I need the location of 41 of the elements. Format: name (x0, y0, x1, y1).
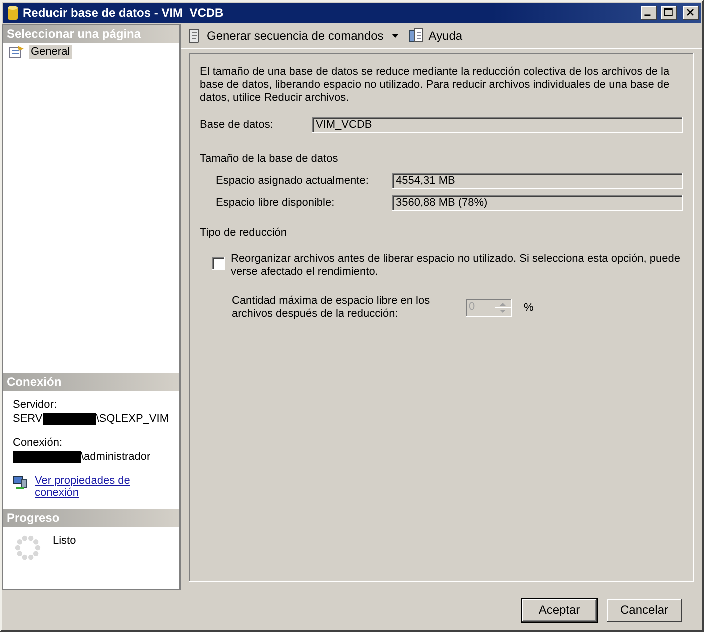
close-button[interactable] (683, 6, 699, 20)
server-label: Servidor: (13, 399, 58, 411)
cancel-button[interactable]: Cancelar (607, 598, 682, 622)
page-item[interactable]: General (29, 45, 72, 59)
window-title: Reducir base de datos - VIM_VCDB (23, 6, 225, 20)
size-field[interactable]: 3560,88 MB (78%) (392, 195, 683, 211)
field-label: Cantidad máxima de espacio libre en los archivos después de la reducción: (232, 295, 432, 321)
sidebar-header: Progreso (3, 509, 179, 527)
minimize-button[interactable] (641, 6, 657, 20)
database-field[interactable]: VIM_VCDB (312, 117, 683, 133)
size-field[interactable]: 4554,31 MB (392, 173, 683, 189)
connection-user: \administrador (81, 451, 151, 463)
description-text: El tamaño de una base de datos se reduce mediante la reducción colectiva de los archivos de la base de datos, liberando espacio no utilizado. Para reducir archivos individuales de una base de datos, utilice Reducir archivos. (200, 66, 671, 105)
toolbar-button[interactable]: Generar secuencia de comandos (185, 26, 401, 46)
checkbox[interactable] (212, 257, 225, 270)
checkbox-label: Reorganizar archivos antes de liberar espacio no utilizado. Si selecciona esta opción, puede verse afectado el rendimiento. (231, 253, 681, 279)
section-title: Tipo de reducción (200, 227, 288, 239)
unit-label: % (524, 302, 534, 314)
sidebar-header: Seleccionar una página (3, 25, 179, 43)
document-icon (408, 28, 425, 44)
toolbar-button[interactable]: Ayuda (406, 26, 465, 46)
progress-status: Listo (53, 535, 76, 547)
caret-icon (392, 34, 399, 38)
sidebar-header: Conexión (3, 373, 179, 391)
spinner-arrows-icon (495, 300, 511, 316)
connection-properties-link[interactable]: Ver propiedades de conexión (35, 475, 135, 499)
redaction-bar (42, 413, 96, 425)
maximize-button[interactable] (661, 6, 677, 20)
spinner-icon (15, 535, 41, 561)
field-label: Espacio libre disponible: (216, 197, 336, 209)
server-name: SERV (13, 413, 43, 425)
section-title: Tamaño de la base de datos (200, 153, 338, 165)
database-icon (7, 5, 19, 21)
redaction-bar (13, 451, 81, 463)
network-icon (13, 475, 29, 491)
properties-icon (9, 45, 25, 59)
server-instance: \SQLEXP_VIM (96, 413, 169, 425)
connection-label: Conexión: (13, 437, 64, 449)
ok-button[interactable]: Aceptar (522, 598, 597, 622)
field-label: Espacio asignado actualmente: (216, 175, 370, 187)
field-label: Base de datos: (200, 119, 274, 131)
